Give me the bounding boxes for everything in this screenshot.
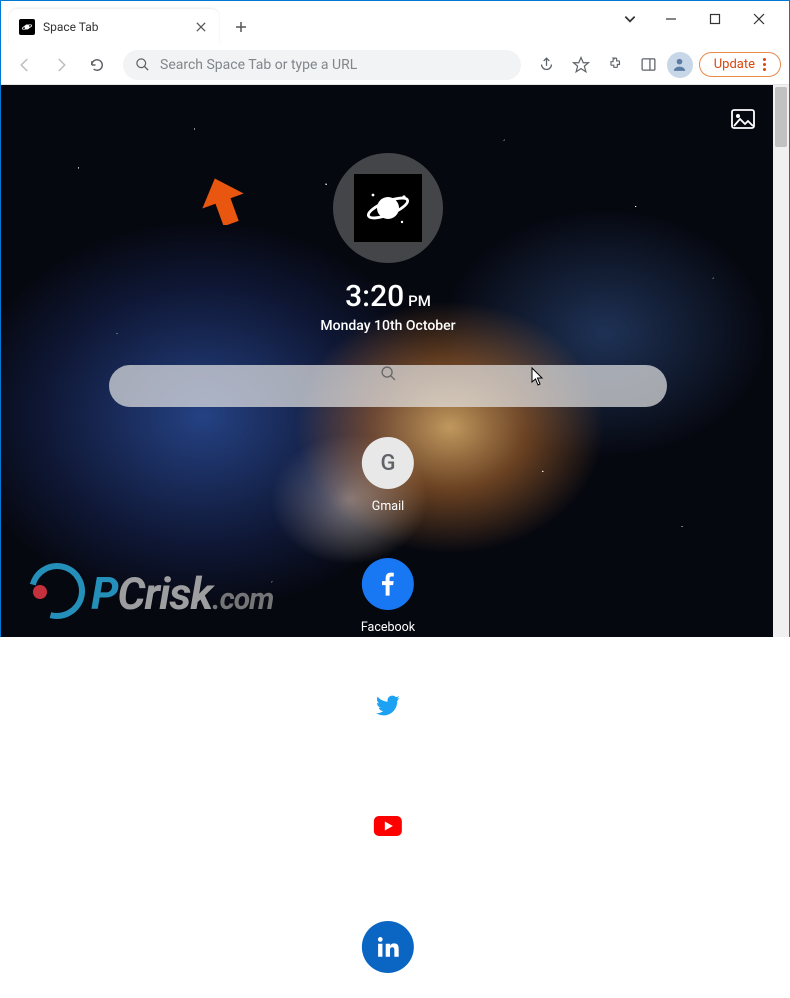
time-value: 3:20 (345, 279, 404, 314)
close-window-button[interactable] (741, 1, 777, 37)
linkedin-icon (362, 921, 414, 973)
gmail-icon: G (362, 437, 414, 489)
tab-search-button[interactable] (615, 12, 645, 26)
clock-widget: 3:20PM Monday 10th October (320, 279, 455, 334)
browser-toolbar: Search Space Tab or type a URL Update (1, 45, 789, 85)
sidepanel-button[interactable] (633, 49, 665, 81)
profile-avatar[interactable] (667, 52, 693, 78)
watermark-p: P (91, 568, 118, 620)
forward-button[interactable] (45, 49, 77, 81)
pcrisk-watermark: PCrisk.com (29, 563, 273, 625)
watermark-tld: .com (212, 582, 273, 617)
tab-title: Space Tab (43, 20, 185, 34)
newtab-background: 3:20PM Monday 10th October G Gmail Faceb… (1, 85, 775, 637)
shortcut-linkedin[interactable]: LinkedIn (362, 921, 414, 998)
titlebar: Space Tab (1, 1, 789, 45)
share-button[interactable] (531, 49, 563, 81)
annotation-arrow-icon (201, 177, 245, 225)
clock-date: Monday 10th October (320, 318, 455, 334)
address-bar[interactable]: Search Space Tab or type a URL (123, 50, 521, 80)
facebook-icon (362, 558, 414, 610)
search-icon (380, 365, 397, 382)
address-bar-placeholder: Search Space Tab or type a URL (160, 57, 357, 73)
bookmark-button[interactable] (565, 49, 597, 81)
update-label: Update (714, 57, 755, 72)
update-button[interactable]: Update (699, 52, 781, 77)
window-controls (615, 1, 789, 37)
minimize-button[interactable] (653, 1, 689, 37)
shortcut-twitter[interactable]: Twitter (362, 679, 414, 756)
new-tab-button[interactable] (227, 13, 255, 41)
tab-favicon-planet-icon (19, 19, 35, 35)
shortcut-facebook[interactable]: Facebook (361, 558, 415, 635)
back-button[interactable] (9, 49, 41, 81)
extensions-button[interactable] (599, 49, 631, 81)
maximize-button[interactable] (697, 1, 733, 37)
time-ampm: PM (408, 292, 431, 310)
menu-dots-icon (763, 63, 766, 66)
browser-tab[interactable]: Space Tab (9, 9, 219, 45)
shortcut-youtube[interactable]: YouTube (362, 800, 414, 877)
extension-logo (333, 153, 443, 263)
youtube-icon (362, 800, 414, 852)
planet-icon (354, 174, 422, 242)
shortcuts-row: G Gmail Facebook Twitter YouTube LinkedI… (361, 437, 415, 998)
shortcut-label: YouTube (364, 862, 413, 877)
search-icon (135, 57, 150, 72)
pcrisk-logo-icon (29, 563, 91, 625)
mouse-cursor-icon (531, 367, 545, 387)
page-search-input[interactable] (109, 365, 667, 407)
shortcut-label: Twitter (369, 741, 408, 756)
clock-time: 3:20PM (345, 279, 431, 314)
tab-close-button[interactable] (193, 19, 209, 35)
shortcut-gmail[interactable]: G Gmail (362, 437, 414, 514)
reload-button[interactable] (81, 49, 113, 81)
vertical-scrollbar[interactable] (773, 85, 789, 637)
shortcut-label: Facebook (361, 620, 415, 635)
shortcut-label: LinkedIn (365, 983, 412, 998)
twitter-icon (362, 679, 414, 731)
watermark-crisk: Crisk (118, 568, 213, 620)
page-viewport: 3:20PM Monday 10th October G Gmail Faceb… (1, 85, 789, 637)
scrollbar-thumb[interactable] (775, 87, 787, 147)
shortcut-label: Gmail (372, 499, 404, 514)
wallpaper-toggle-button[interactable] (731, 109, 755, 129)
